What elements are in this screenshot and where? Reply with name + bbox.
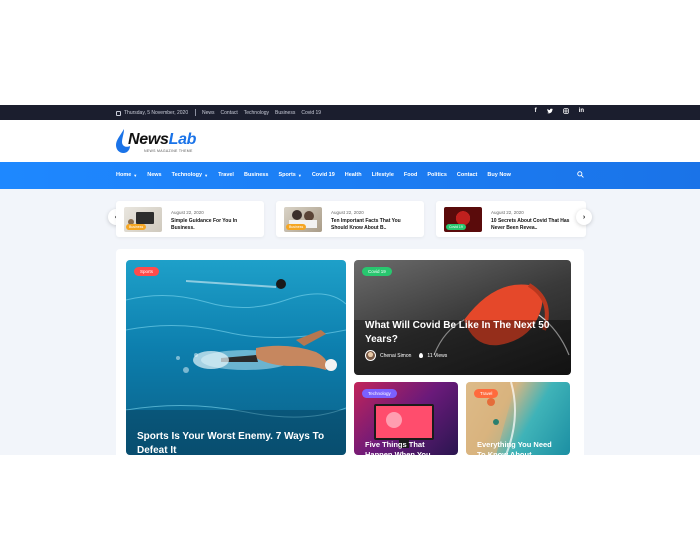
facebook-icon[interactable]: f [535,108,537,116]
ticker-card[interactable]: Covid 19 August 22, 2020 10 Secrets Abou… [436,201,586,237]
feature-small-right[interactable]: Travel Everything You Need To Know About [466,382,570,455]
site-header: NewsLab NEWS MAGAZINE THEME [0,120,700,162]
instagram-icon[interactable] [562,108,569,116]
page-bottom [0,455,700,560]
category-badge[interactable]: Sports [134,267,160,276]
feature-top-right[interactable]: Covid 19 What Will Covid Be Like In The … [354,260,571,375]
chevron-down-icon: ▼ [133,172,138,178]
divider [195,109,196,116]
nav-item-business[interactable]: Business [244,172,268,178]
chevron-down-icon: ▼ [297,172,302,178]
nav-label: Buy Now [487,172,511,178]
top-links: News Contact Technology Business Covid 1… [202,110,321,116]
nav-label: Health [344,172,362,178]
feature-title[interactable]: Everything You Need To Know About [477,440,562,455]
nav-item-technology[interactable]: Technology ▼ [172,172,208,178]
category-badge[interactable]: Business [286,224,307,230]
ticker-date: August 22, 2020 [171,210,204,215]
feature-big[interactable]: Sports Sports Is Your Worst Enemy. 7 Way… [126,260,346,455]
nav-item-health[interactable]: Health [345,172,362,178]
category-badge[interactable]: Covid 19 [446,224,466,230]
nav-label: News [147,172,162,178]
top-date: Thursday, 5 November, 2020 [116,110,188,116]
logo-text: NewsLab [128,131,196,149]
nav-label: Technology [171,172,203,178]
ticker-thumb: Covid 19 [444,207,482,232]
content-area: ‹ Business August 22, 2020 Simple Guidan… [0,189,700,455]
logo-tagline: NEWS MAGAZINE THEME [144,149,193,153]
nav-item-food[interactable]: Food [404,172,417,178]
calendar-icon [116,110,121,116]
top-link-contact[interactable]: Contact [221,110,238,116]
views-icon [419,353,424,358]
category-badge[interactable]: Business [126,224,147,230]
featured-panel: Sports Sports Is Your Worst Enemy. 7 Way… [116,249,584,455]
nav-item-politics[interactable]: Politics [427,172,447,178]
top-link-business[interactable]: Business [275,110,295,116]
avatar[interactable] [365,350,376,361]
nav-label: Politics [427,172,447,178]
ticker-thumb: Business [124,207,162,232]
date-text: Thursday, 5 November, 2020 [124,110,189,116]
category-badge[interactable]: Covid 19 [362,267,392,276]
nav-label: Food [403,172,418,178]
swimmer-image [126,279,346,455]
chevron-down-icon: ▼ [204,172,209,178]
nav-label: Contact [456,172,478,178]
ticker-date: August 22, 2020 [331,210,364,215]
top-bar: Thursday, 5 November, 2020 News Contact … [0,105,700,120]
nav-label: Lifestyle [371,172,394,178]
ticker-card[interactable]: Business August 22, 2020 Ten Important F… [276,201,424,237]
feature-title[interactable]: What Will Covid Be Like In The Next 50 Y… [365,319,560,347]
feature-title[interactable]: Sports Is Your Worst Enemy. 7 Ways To De… [137,430,337,455]
ticker-next-button[interactable]: › [576,209,592,225]
feature-small-left[interactable]: Technology Five Things That Happen When … [354,382,458,455]
nav-item-news[interactable]: News [147,172,161,178]
nav-label: Covid 19 [311,172,335,178]
nav-label: Travel [218,172,234,178]
ticker-date: August 22, 2020 [491,210,524,215]
feature-title[interactable]: Five Things That Happen When You [365,440,450,455]
nav-label: Business [243,172,269,178]
site-logo[interactable]: NewsLab NEWS MAGAZINE THEME [116,127,206,157]
ticker-title[interactable]: Ten Important Facts That You Should Know… [331,218,419,232]
linkedin-icon[interactable]: in [579,108,584,116]
category-badge[interactable]: Travel [474,389,499,398]
nav-item-buy-now[interactable]: Buy Now [487,172,511,178]
category-badge[interactable]: Technology [362,389,397,398]
top-link-news[interactable]: News [202,110,215,116]
nav-item-home[interactable]: Home ▼ [116,172,137,178]
top-link-covid[interactable]: Covid 19 [301,110,321,116]
ticker-thumb: Business [284,207,322,232]
nav-label: Home [116,172,132,178]
nav-label: Sports [278,172,296,178]
nav-item-lifestyle[interactable]: Lifestyle [372,172,394,178]
ticker-title[interactable]: Simple Guidance For You In Business. [171,218,259,232]
social-links: f in [535,108,584,116]
nav-item-travel[interactable]: Travel [218,172,234,178]
logo-news: News [128,131,169,148]
author-name[interactable]: Chenai Simon [380,353,411,359]
ticker-card[interactable]: Business August 22, 2020 Simple Guidance… [116,201,264,237]
logo-lab: Lab [168,131,197,148]
top-link-technology[interactable]: Technology [244,110,269,116]
feature-meta: Chenai Simon 11 Views [365,350,447,361]
twitter-icon[interactable] [546,108,553,116]
nav-item-contact[interactable]: Contact [457,172,477,178]
page: Thursday, 5 November, 2020 News Contact … [0,0,700,560]
search-icon[interactable] [577,171,584,178]
ticker-title[interactable]: 10 Secrets About Covid That Has Never Be… [491,218,579,232]
main-nav: Home ▼ News Technology ▼ Travel Business S… [0,162,700,189]
view-count: 11 Views [427,352,448,359]
nav-item-sports[interactable]: Sports ▼ [278,172,301,178]
nav-item-covid[interactable]: Covid 19 [312,172,335,178]
